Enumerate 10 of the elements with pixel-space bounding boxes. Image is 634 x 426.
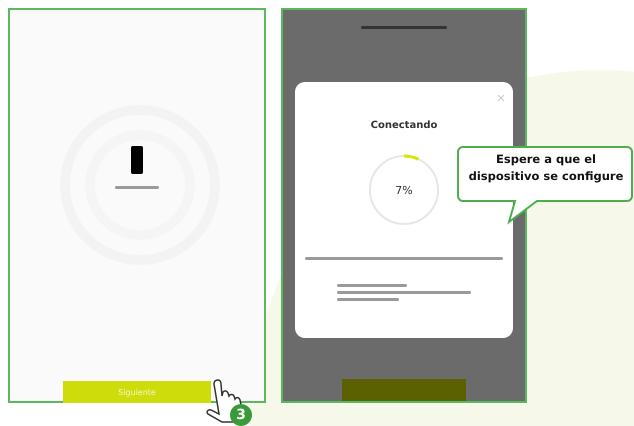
next-button[interactable]: Siguiente: [63, 381, 211, 403]
close-icon[interactable]: [497, 94, 505, 102]
progress-percent: 7%: [395, 184, 413, 196]
device-icon: [131, 146, 143, 174]
blurred-text: [115, 186, 159, 189]
blurred-text: [337, 298, 399, 301]
step-badge: 3: [230, 404, 252, 426]
blurred-text: [337, 284, 407, 287]
dialog-title: Conectando: [370, 120, 438, 131]
callout-text: Espere a que el dispositivo se configure: [468, 151, 624, 185]
